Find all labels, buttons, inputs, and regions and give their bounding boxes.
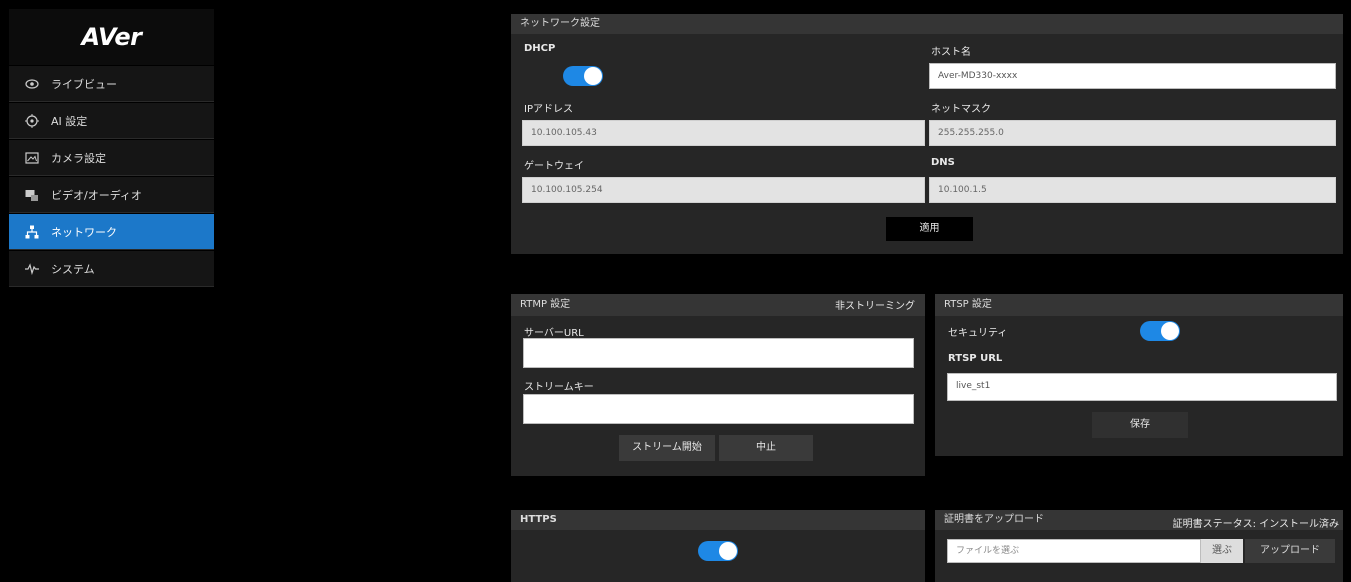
- ai-target-icon: [25, 113, 39, 128]
- eye-icon: [25, 77, 39, 91]
- video-audio-icon: [25, 188, 39, 202]
- security-label: セキュリティ: [948, 328, 1008, 339]
- ip-address-label: IPアドレス: [524, 104, 573, 115]
- security-toggle[interactable]: [1140, 321, 1180, 341]
- start-stream-button[interactable]: ストリーム開始: [619, 435, 715, 461]
- certificate-status: 証明書ステータス: インストール済み: [1172, 519, 1339, 530]
- hostname-input[interactable]: Aver-MD330-xxxx: [929, 63, 1336, 89]
- sidebar-item-label: ネットワーク: [51, 225, 117, 239]
- sidebar-item-label: ビデオ/オーディオ: [51, 188, 142, 202]
- browse-button[interactable]: 選ぶ: [1201, 539, 1243, 563]
- camera-settings-icon: [25, 151, 39, 165]
- sidebar: AVer ライブビュー AI 設定 カメラ設定 ビデオ/オーディオ ネットワーク: [9, 9, 214, 582]
- rtsp-url-input[interactable]: live_st1: [947, 373, 1337, 401]
- sidebar-item-label: システム: [51, 262, 95, 276]
- sidebar-item-network[interactable]: ネットワーク: [9, 214, 214, 250]
- network-settings-panel: ネットワーク設定 DHCP ホスト名 Aver-MD330-xxxx IPアドレ…: [511, 14, 1343, 254]
- netmask-label: ネットマスク: [931, 104, 991, 115]
- sidebar-item-ai-settings[interactable]: AI 設定: [9, 103, 214, 139]
- dns-input[interactable]: 10.100.1.5: [929, 177, 1336, 203]
- ip-address-input[interactable]: 10.100.105.43: [522, 120, 925, 146]
- dns-label: DNS: [931, 157, 955, 168]
- hostname-label: ホスト名: [931, 47, 971, 58]
- dhcp-toggle[interactable]: [563, 66, 603, 86]
- netmask-input[interactable]: 255.255.255.0: [929, 120, 1336, 146]
- stream-key-label: ストリームキー: [524, 382, 594, 393]
- rtsp-save-button[interactable]: 保存: [1092, 412, 1188, 438]
- stream-key-input[interactable]: [523, 394, 914, 424]
- certificate-upload-panel: 証明書をアップロード 証明書ステータス: インストール済み ファイルを選ぶ 選ぶ…: [935, 510, 1343, 582]
- gateway-input[interactable]: 10.100.105.254: [522, 177, 925, 203]
- rtsp-settings-panel: RTSP 設定 セキュリティ RTSP URL live_st1 保存: [935, 294, 1343, 456]
- sidebar-item-video-audio[interactable]: ビデオ/オーディオ: [9, 177, 214, 213]
- system-pulse-icon: [25, 262, 39, 276]
- sidebar-item-live-view[interactable]: ライブビュー: [9, 66, 214, 102]
- sidebar-item-label: ライブビュー: [51, 77, 117, 91]
- sidebar-item-label: AI 設定: [51, 114, 88, 128]
- rtsp-url-label: RTSP URL: [948, 353, 1003, 364]
- sidebar-item-system[interactable]: システム: [9, 251, 214, 287]
- gateway-label: ゲートウェイ: [524, 161, 584, 172]
- stop-stream-button[interactable]: 中止: [719, 435, 813, 461]
- sidebar-item-label: カメラ設定: [51, 151, 106, 165]
- network-icon: [25, 225, 39, 239]
- https-toggle[interactable]: [698, 541, 738, 561]
- panel-title: RTSP 設定: [935, 294, 1343, 316]
- dhcp-label: DHCP: [524, 43, 556, 54]
- streaming-status: 非ストリーミング: [835, 301, 915, 312]
- panel-title: ネットワーク設定: [511, 14, 1343, 34]
- panel-title: HTTPS: [511, 510, 925, 530]
- server-url-input[interactable]: [523, 338, 914, 368]
- rtmp-settings-panel: RTMP 設定 非ストリーミング サーバーURL ストリームキー ストリーム開始…: [511, 294, 925, 476]
- aver-logo: AVer: [9, 9, 214, 65]
- certificate-file-input[interactable]: ファイルを選ぶ: [947, 539, 1201, 563]
- upload-button[interactable]: アップロード: [1245, 539, 1335, 563]
- apply-button[interactable]: 適用: [886, 217, 973, 241]
- server-url-label: サーバーURL: [524, 328, 584, 339]
- https-panel: HTTPS: [511, 510, 925, 582]
- sidebar-item-camera-settings[interactable]: カメラ設定: [9, 140, 214, 176]
